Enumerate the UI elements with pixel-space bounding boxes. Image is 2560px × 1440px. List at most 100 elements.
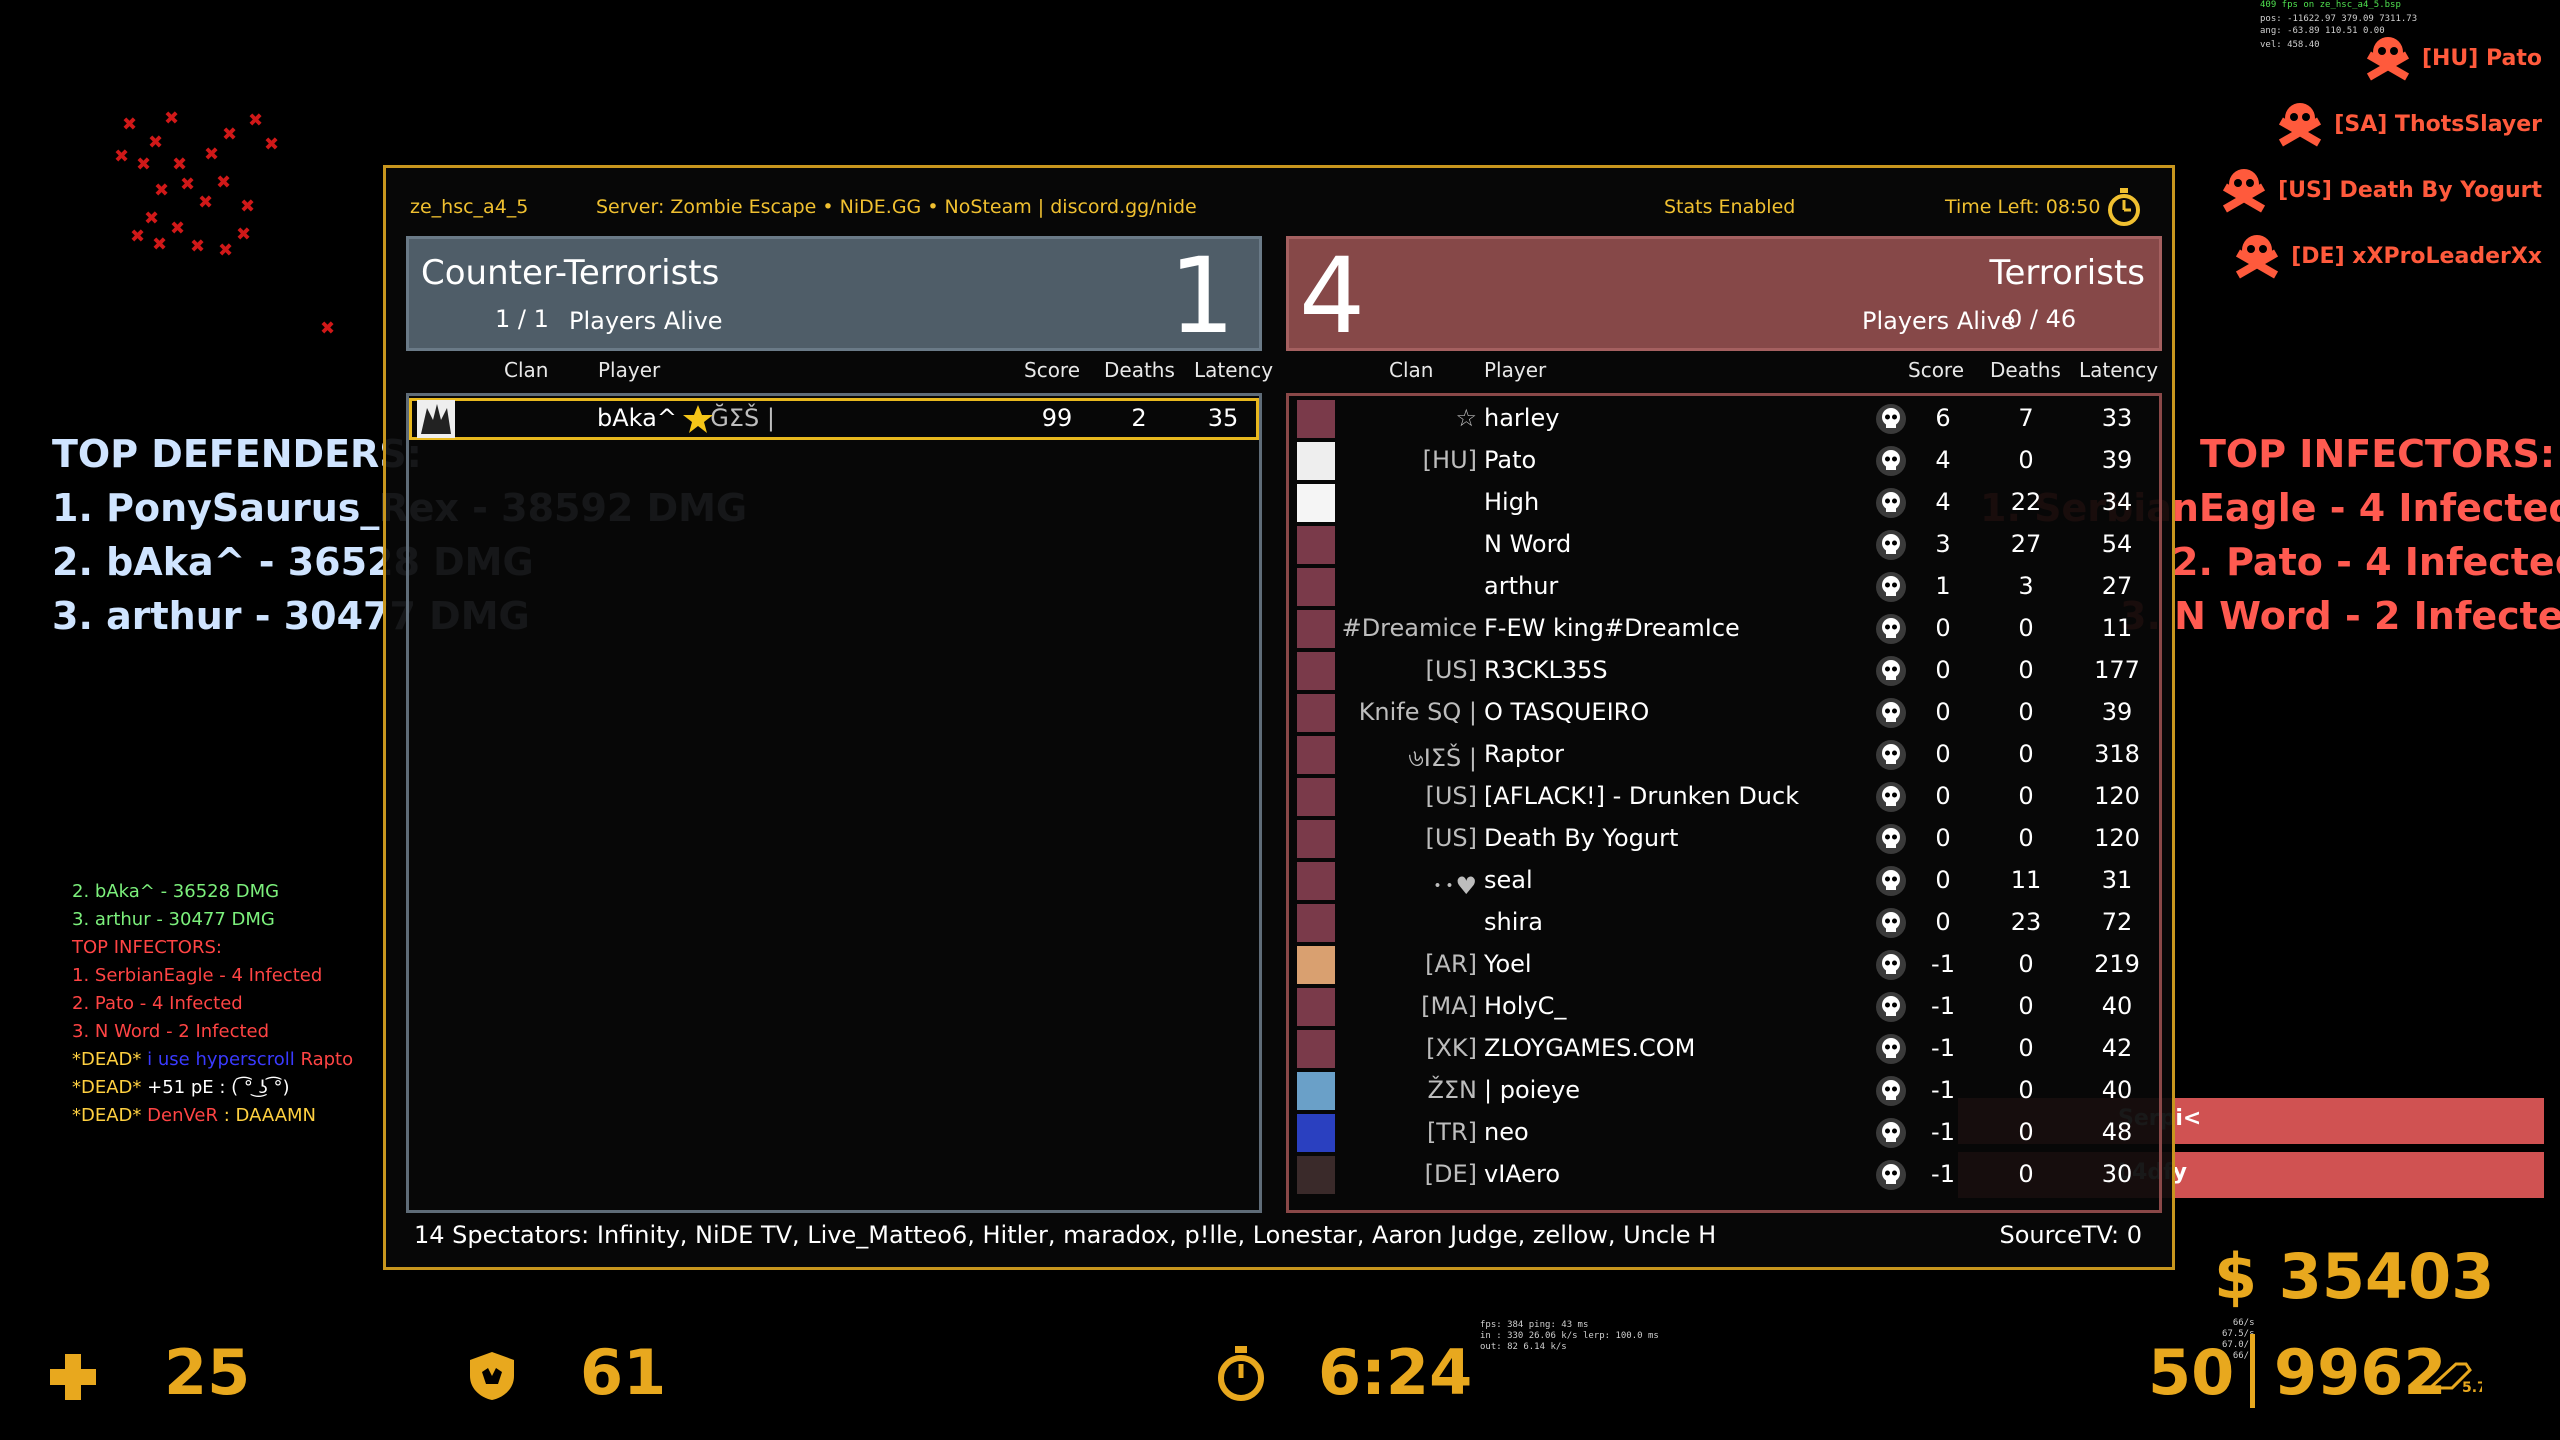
player-row[interactable]: N Word 3 27 54	[1289, 524, 2159, 566]
player-row[interactable]: arthur 1 3 27	[1289, 566, 2159, 608]
player-name: High	[1484, 488, 1540, 516]
skull-icon	[1876, 530, 1906, 560]
player-score: 4	[1935, 446, 1951, 474]
player-latency: 120	[2094, 824, 2140, 852]
player-latency: 34	[2101, 488, 2133, 516]
player-latency: 177	[2094, 656, 2140, 684]
player-row[interactable]: [US] R3CKL35S 0 0 177	[1289, 650, 2159, 692]
ct-team-score: 1	[1168, 235, 1235, 357]
t-score-header: Score	[1908, 358, 1965, 382]
player-row[interactable]: #Dreamice F-EW king#DreamIce 0 0 11	[1289, 608, 2159, 650]
stats-status: Stats Enabled	[1664, 196, 1796, 218]
ammo-divider	[2250, 1334, 2255, 1408]
player-row[interactable]: [MA] HolyC_ -1 0 40	[1289, 986, 2159, 1028]
sourcetv-count: SourceTV: 0	[1999, 1221, 2142, 1249]
player-row[interactable]: ĞΣŠ | bAka^ 99 2 35	[409, 398, 1259, 440]
chat-line: *DEAD* +51 pE : ( ͡° ͜ʖ ͡°)	[72, 1074, 353, 1102]
player-avatar	[1297, 736, 1335, 774]
round-timer-icon	[1218, 1346, 1264, 1401]
player-avatar	[1297, 610, 1335, 648]
player-deaths: 0	[2018, 1160, 2034, 1188]
infector-line: 3. N Word - 2 Infected	[2120, 594, 2560, 638]
player-clan: [TR]	[1426, 1118, 1477, 1146]
player-score: 0	[1935, 782, 1951, 810]
skull-icon	[1876, 824, 1906, 854]
player-row[interactable]: ･･♥ seal 0 11 31	[1289, 860, 2159, 902]
svg-text:✖: ✖	[216, 172, 231, 193]
vel-readout: vel: 458.40	[2260, 40, 2320, 50]
player-deaths: 0	[2018, 950, 2034, 978]
netgraph-line: in : 330 26.06 k/s lerp: 100.0 ms	[1480, 1331, 1659, 1341]
player-deaths: 0	[2018, 614, 2034, 642]
svg-text:✖: ✖	[130, 226, 145, 247]
player-row[interactable]: [DE] vIAero -1 0 30	[1289, 1154, 2159, 1196]
svg-text:✖: ✖	[222, 124, 237, 145]
damage-markers: ✖✖✖ ✖ ✖✖✖✖ ✖✖✖✖ ✖✖ ✖✖ ✖✖✖ ✖ ✖✖✖	[114, 108, 335, 339]
player-row[interactable]: Knife SQ | O TASQUEIRO 0 0 39	[1289, 692, 2159, 734]
player-name: ZLOYGAMES.COM	[1484, 1034, 1696, 1062]
infector-line: 2. Pato - 4 Infected	[2172, 540, 2560, 584]
chat-name: DenVeR	[147, 1105, 218, 1126]
player-avatar	[417, 400, 455, 438]
svg-text:✖: ✖	[144, 208, 159, 229]
player-score: 0	[1935, 908, 1951, 936]
player-avatar	[1297, 1030, 1335, 1068]
t-team-name: Terrorists	[1989, 253, 2145, 293]
player-score: 3	[1935, 530, 1951, 558]
player-row[interactable]: ☆ harley 6 7 33	[1289, 398, 2159, 440]
pos-readout: pos: -11622.97 379.09 7311.73	[2260, 14, 2418, 24]
player-row[interactable]: [AR] Yoel -1 0 219	[1289, 944, 2159, 986]
player-score: 0	[1935, 698, 1951, 726]
player-latency: 72	[2101, 908, 2133, 936]
t-clan-header: Clan	[1389, 358, 1434, 382]
player-latency: 35	[1207, 404, 1239, 432]
chat-line: 2. bAka^ - 36528 DMG	[72, 881, 280, 902]
player-avatar	[1297, 946, 1335, 984]
skull-crossbones-icon	[2366, 37, 2409, 81]
chat-message: +51 pE : ( ͡° ͜ʖ ͡°)	[147, 1077, 290, 1098]
ct-latency-header: Latency	[1194, 358, 1274, 382]
skull-icon	[1876, 1160, 1906, 1190]
spectator-list: 14 Spectators: Infinity, NiDE TV, Live_M…	[414, 1221, 1717, 1249]
chat-message: i use hyperscroll	[147, 1049, 295, 1070]
t-team-score: 4	[1299, 235, 1366, 357]
player-name: [AFLACK!] - Drunken Duck	[1484, 782, 1800, 810]
player-latency: 318	[2094, 740, 2140, 768]
player-row[interactable]: shira 0 23 72	[1289, 902, 2159, 944]
player-clan: ৬IΣŠ |	[1408, 744, 1477, 772]
player-name: Pato	[1484, 446, 1537, 474]
health-cross-icon	[50, 1354, 96, 1400]
player-row[interactable]: ŽΣN | poieye -1 0 40	[1289, 1070, 2159, 1112]
player-clan: ĞΣŠ |	[710, 404, 775, 432]
star-icon	[683, 405, 713, 433]
player-row[interactable]: High 4 22 34	[1289, 482, 2159, 524]
player-score: 99	[1041, 404, 1073, 432]
killfeed-name: [DE] xXProLeaderXx	[2291, 243, 2542, 269]
player-row[interactable]: ৬IΣŠ | Raptor 0 0 318	[1289, 734, 2159, 776]
player-avatar	[1297, 442, 1335, 480]
player-row[interactable]: [XK] ZLOYGAMES.COM -1 0 42	[1289, 1028, 2159, 1070]
ammo-reserve: 9962	[2274, 1336, 2447, 1409]
stopwatch-icon	[2108, 188, 2140, 226]
infectors-title: TOP INFECTORS:	[2200, 432, 2556, 476]
player-deaths: 7	[2018, 404, 2034, 432]
player-row[interactable]: [US] Death By Yogurt 0 0 120	[1289, 818, 2159, 860]
player-deaths: 0	[2018, 824, 2034, 852]
armor-value: 61	[580, 1336, 667, 1409]
player-row[interactable]: [US] [AFLACK!] - Drunken Duck 0 0 120	[1289, 776, 2159, 818]
player-avatar	[1297, 904, 1335, 942]
player-deaths: 23	[2010, 908, 2042, 936]
svg-text:✖: ✖	[136, 154, 151, 175]
player-row[interactable]: [TR] neo -1 0 48	[1289, 1112, 2159, 1154]
ct-team-name: Counter-Terrorists	[421, 253, 720, 293]
player-avatar	[1297, 1114, 1335, 1152]
svg-text:✖: ✖	[122, 114, 137, 135]
player-score: -1	[1931, 992, 1955, 1020]
skull-icon	[1876, 782, 1906, 812]
ct-clan-header: Clan	[504, 358, 549, 382]
killfeed-name: [HU] Pato	[2421, 45, 2542, 71]
t-player-list: ☆ harley 6 7 33 [HU] Pato 4 0 39 High 4 22 34 N Word 3 2…	[1286, 393, 2162, 1213]
svg-text:✖: ✖	[198, 192, 213, 213]
player-row[interactable]: [HU] Pato 4 0 39	[1289, 440, 2159, 482]
ct-score-header: Score	[1024, 358, 1081, 382]
